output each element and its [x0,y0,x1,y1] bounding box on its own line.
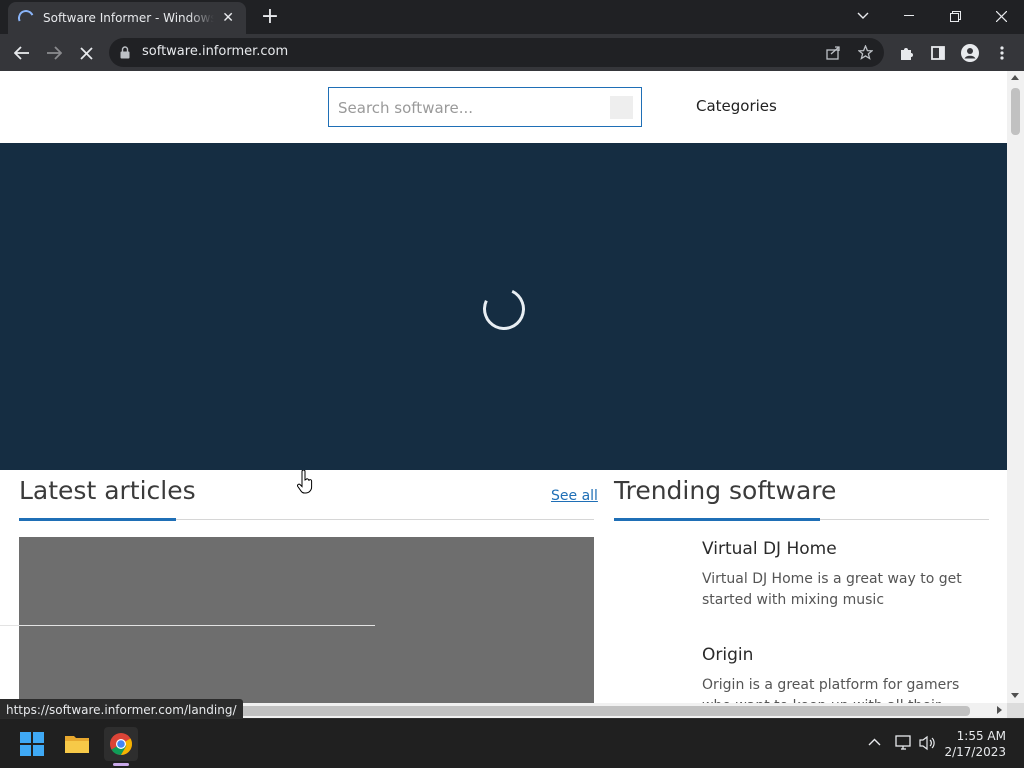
restore-button[interactable] [932,2,978,30]
url-text: software.informer.com [142,44,289,59]
puzzle-icon [900,47,913,60]
minimize-icon [904,15,914,16]
close-icon [79,46,93,60]
active-app-indicator [113,763,129,766]
browser-toolbar: software.informer.com [0,34,1024,71]
trending-item-name[interactable]: Virtual DJ Home [702,539,837,559]
avatar-icon [961,44,979,62]
arrow-left-icon [14,46,29,60]
search-box[interactable] [328,87,642,127]
chrome-taskbar-button[interactable] [104,727,138,761]
close-window-button[interactable] [978,2,1024,30]
see-all-link[interactable]: See all [551,488,598,504]
tab-close-button[interactable]: ✕ [220,10,236,26]
system-clock[interactable]: 1:55 AM 2/17/2023 [944,728,1006,760]
scroll-right-arrow-icon[interactable] [997,706,1002,714]
bookmark-star-icon[interactable] [858,45,873,60]
loading-spinner-icon [15,7,37,29]
browser-tab[interactable]: Software Informer - Windows software ✕ [8,2,246,34]
web-page: Categories Latest articles See all Trend… [0,71,1007,703]
chevron-down-icon [857,12,869,19]
extensions-button[interactable] [892,39,920,67]
tab-title: Software Informer - Windows software [43,11,215,25]
scrollbar-thumb[interactable] [1011,88,1020,135]
more-vertical-icon [1000,46,1004,60]
address-bar[interactable]: software.informer.com [109,38,884,67]
windows-logo-icon [20,732,44,756]
chevron-up-icon[interactable] [868,738,881,746]
article-image[interactable] [19,537,594,703]
forward-button[interactable] [40,39,68,67]
scrollbar-thumb[interactable] [218,706,970,716]
latest-articles-heading: Latest articles [19,476,196,505]
side-panel-button[interactable] [924,39,952,67]
search-input[interactable] [338,97,608,119]
heading-underline [19,518,176,521]
taskbar: 1:55 AM 2/17/2023 [0,718,1024,768]
profile-button[interactable] [956,39,984,67]
loading-spinner-icon [477,282,531,336]
scroll-down-arrow-icon[interactable] [1011,693,1019,698]
volume-icon[interactable] [919,735,937,751]
vertical-scrollbar[interactable] [1007,71,1024,703]
side-panel-icon [931,46,945,60]
trending-item-desc: Origin is a great platform for gamers wh… [702,677,960,703]
close-icon [995,10,1007,22]
lock-icon[interactable] [120,46,130,59]
divider [0,625,375,626]
minimize-button[interactable] [886,2,932,30]
hero-banner [0,143,1007,494]
clock-time: 1:55 AM [956,729,1006,743]
share-icon[interactable] [826,45,841,60]
scrollbar-corner [1007,703,1024,718]
arrow-right-icon [47,46,62,60]
start-button[interactable] [15,727,49,761]
categories-link[interactable]: Categories [696,97,777,115]
network-icon[interactable] [895,735,913,751]
hand-cursor-icon [297,470,313,494]
stop-loading-button[interactable] [72,39,100,67]
heading-underline [614,518,820,521]
scroll-up-arrow-icon[interactable] [1011,75,1019,80]
folder-icon [65,736,89,753]
chrome-icon [110,733,132,755]
tab-search-button[interactable] [840,2,886,30]
clock-date: 2/17/2023 [944,745,1006,759]
trending-item-name[interactable]: Origin [702,645,753,665]
restore-icon [949,10,961,22]
back-button[interactable] [8,39,36,67]
menu-button[interactable] [988,39,1016,67]
file-explorer-button[interactable] [60,727,94,761]
search-button[interactable] [610,96,633,119]
tab-strip: Software Informer - Windows software ✕ + [0,0,1024,34]
new-tab-button[interactable]: + [258,5,282,29]
trending-item-desc: Virtual DJ Home is a great way to get st… [702,571,962,608]
trending-software-heading: Trending software [614,476,837,505]
